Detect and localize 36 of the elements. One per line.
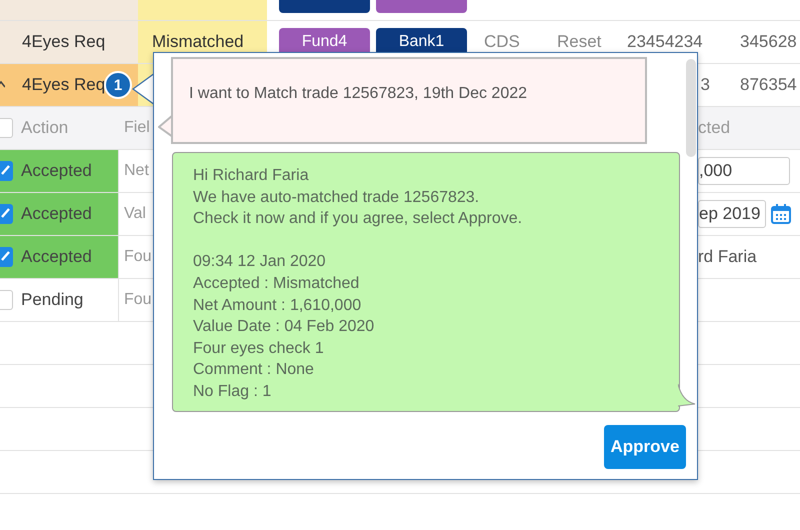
status-text: 4Eyes Req [22,32,106,52]
checkbox[interactable] [0,290,13,310]
checkbox[interactable] [0,161,13,181]
field-name: Fou [124,291,152,308]
field-name: Fou [124,248,152,265]
status-cell[interactable]: 4Eyes Req [0,21,138,63]
reply-message: Hi Richard Faria We have auto-matched trade 12567823. Check it now and if you agree, select Approve. 09:34 12 Jan 2020 Accepted : Mismatched Net Amount : 1,610,000 Value Date : 04 Feb 2020 Four eyes check 1 Comment : None No Flag : 1 [172,152,680,412]
user-name: rd Faria [698,247,757,267]
action-status: Pending [21,290,84,310]
column-header: cted [698,118,730,138]
status-cell[interactable]: 4Eyes Req 1 [0,64,138,106]
bubble-tail [678,383,696,407]
product-text: CDS [484,32,520,52]
request-message: I want to Match trade 12567823, 19th Dec 2022 [171,57,647,144]
field-name: Val [124,205,146,222]
trade-id: 3 [700,75,710,95]
trade-id: 23454234 [627,32,703,52]
approve-button[interactable]: Approve [604,425,686,469]
checkbox[interactable] [0,118,13,138]
reference-text: 345628 [740,32,797,52]
action-status: Accepted [21,204,92,224]
action-status: Accepted [21,161,92,181]
count-badge: 1 [104,71,132,99]
amount-field[interactable]: ,000 [698,157,790,185]
scrollbar[interactable] [686,59,696,157]
date-field[interactable]: ep 2019 [698,200,766,228]
field-name: Net [124,162,149,179]
status-text: 4Eyes Req [22,75,106,95]
column-header: Fiel [124,119,150,136]
reference-text: 876354 [740,75,797,95]
checkbox[interactable] [0,204,13,224]
calendar-icon[interactable] [770,203,792,225]
event-text: Reset [557,32,602,52]
action-status: Accepted [21,247,92,267]
column-header: Action [21,118,68,138]
checkbox[interactable] [0,247,13,267]
